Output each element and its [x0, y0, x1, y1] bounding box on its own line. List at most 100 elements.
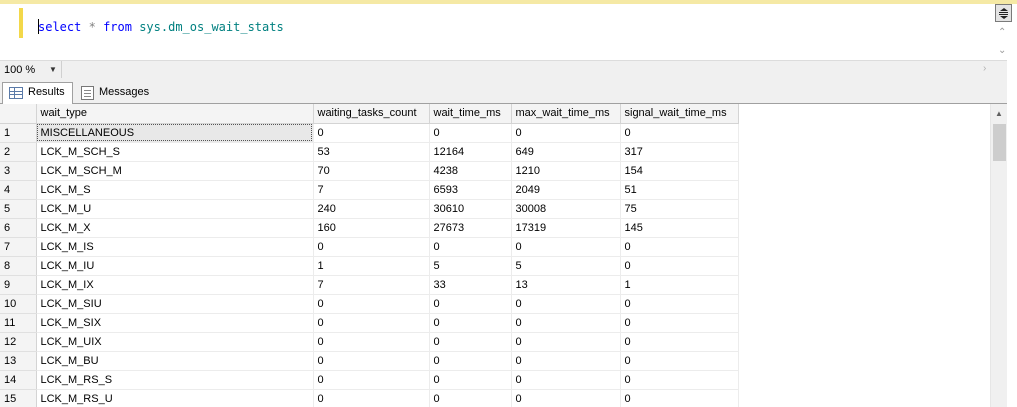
table-cell[interactable]: 649 [511, 142, 621, 162]
table-cell[interactable]: 0 [511, 389, 621, 407]
query-editor[interactable]: select * from sys.dm_os_wait_stats [0, 0, 1017, 60]
table-cell[interactable]: LCK_M_UIX [36, 332, 314, 352]
table-cell[interactable]: 240 [313, 199, 430, 219]
table-cell[interactable]: 0 [313, 237, 430, 257]
table-cell[interactable]: 0 [429, 370, 512, 390]
row-number[interactable]: 8 [0, 256, 37, 276]
table-cell[interactable]: 0 [620, 123, 739, 143]
table-row[interactable]: 14 LCK_M_RS_S 0 0 0 0 [0, 370, 739, 390]
row-number[interactable]: 1 [0, 123, 37, 143]
table-cell[interactable]: 13 [511, 275, 621, 295]
table-row[interactable]: 15 LCK_M_RS_U 0 0 0 0 [0, 389, 739, 407]
scroll-down-icon[interactable]: ⌄ [998, 46, 1006, 56]
table-row[interactable]: 13 LCK_M_BU 0 0 0 0 [0, 351, 739, 371]
table-cell[interactable]: 7 [313, 180, 430, 200]
row-number[interactable]: 2 [0, 142, 37, 162]
table-cell[interactable]: 0 [313, 389, 430, 407]
table-row[interactable]: 6 LCK_M_X 160 27673 17319 145 [0, 218, 739, 238]
row-number[interactable]: 10 [0, 294, 37, 314]
zoom-dropdown[interactable]: 100 % ▼ [0, 61, 62, 78]
row-number[interactable]: 5 [0, 199, 37, 219]
table-row[interactable]: 11 LCK_M_SIX 0 0 0 0 [0, 313, 739, 333]
table-cell[interactable]: 0 [620, 294, 739, 314]
table-cell[interactable]: 0 [620, 313, 739, 333]
table-cell[interactable]: 0 [313, 332, 430, 352]
table-cell[interactable]: LCK_M_BU [36, 351, 314, 371]
table-cell[interactable]: LCK_M_SIU [36, 294, 314, 314]
table-cell[interactable]: LCK_M_SCH_S [36, 142, 314, 162]
table-cell[interactable]: 160 [313, 218, 430, 238]
table-cell[interactable]: 51 [620, 180, 739, 200]
table-cell[interactable]: 0 [429, 294, 512, 314]
table-cell[interactable]: LCK_M_IX [36, 275, 314, 295]
table-cell[interactable]: 0 [620, 237, 739, 257]
row-number[interactable]: 12 [0, 332, 37, 352]
table-cell[interactable]: 0 [429, 237, 512, 257]
row-number[interactable]: 13 [0, 351, 37, 371]
table-row[interactable]: 9 LCK_M_IX 7 33 13 1 [0, 275, 739, 295]
table-cell[interactable]: 33 [429, 275, 512, 295]
query-text[interactable]: select * from sys.dm_os_wait_stats [38, 20, 284, 34]
table-cell[interactable]: 17319 [511, 218, 621, 238]
table-cell[interactable]: 6593 [429, 180, 512, 200]
row-number[interactable]: 3 [0, 161, 37, 181]
table-cell[interactable]: 0 [620, 370, 739, 390]
table-cell[interactable]: LCK_M_IS [36, 237, 314, 257]
results-grid[interactable]: wait_type waiting_tasks_count wait_time_… [0, 104, 990, 407]
table-cell[interactable]: 0 [511, 370, 621, 390]
table-cell[interactable]: 0 [313, 294, 430, 314]
table-cell[interactable]: 0 [511, 237, 621, 257]
table-cell[interactable]: 0 [620, 351, 739, 371]
table-cell[interactable]: 70 [313, 161, 430, 181]
scrollbar-thumb[interactable] [993, 124, 1006, 161]
table-cell[interactable]: 0 [620, 332, 739, 352]
table-cell[interactable]: MISCELLANEOUS [36, 123, 314, 143]
tab-messages[interactable]: Messages [75, 85, 155, 104]
table-cell[interactable]: 2049 [511, 180, 621, 200]
row-number[interactable]: 7 [0, 237, 37, 257]
split-editor-button[interactable] [995, 4, 1012, 22]
table-row[interactable]: 2 LCK_M_SCH_S 53 12164 649 317 [0, 142, 739, 162]
table-cell[interactable]: LCK_M_IU [36, 256, 314, 276]
table-cell[interactable]: 0 [511, 351, 621, 371]
table-cell[interactable]: 0 [620, 389, 739, 407]
table-cell[interactable]: 0 [511, 123, 621, 143]
table-row[interactable]: 7 LCK_M_IS 0 0 0 0 [0, 237, 739, 257]
table-cell[interactable]: 0 [429, 351, 512, 371]
table-cell[interactable]: 0 [429, 389, 512, 407]
table-cell[interactable]: 1 [313, 256, 430, 276]
table-cell[interactable]: LCK_M_SCH_M [36, 161, 314, 181]
table-cell[interactable]: 7 [313, 275, 430, 295]
table-row[interactable]: 10 LCK_M_SIU 0 0 0 0 [0, 294, 739, 314]
column-header-wait-time-ms[interactable]: wait_time_ms [429, 104, 512, 124]
table-cell[interactable]: LCK_M_X [36, 218, 314, 238]
table-cell[interactable]: 1210 [511, 161, 621, 181]
row-number[interactable]: 4 [0, 180, 37, 200]
column-header-waiting-tasks-count[interactable]: waiting_tasks_count [313, 104, 430, 124]
table-cell[interactable]: LCK_M_SIX [36, 313, 314, 333]
scroll-up-icon[interactable]: ⌃ [998, 28, 1006, 38]
table-cell[interactable]: 12164 [429, 142, 512, 162]
table-cell[interactable]: 75 [620, 199, 739, 219]
table-cell[interactable]: 0 [620, 256, 739, 276]
table-row[interactable]: 5 LCK_M_U 240 30610 30008 75 [0, 199, 739, 219]
chevron-down-icon[interactable]: ▼ [46, 63, 60, 76]
table-cell[interactable]: LCK_M_RS_S [36, 370, 314, 390]
table-cell[interactable]: 30610 [429, 199, 512, 219]
table-cell[interactable]: 0 [313, 351, 430, 371]
table-cell[interactable]: LCK_M_S [36, 180, 314, 200]
table-row[interactable]: 1 MISCELLANEOUS 0 0 0 0 [0, 123, 739, 143]
table-row[interactable]: 8 LCK_M_IU 1 5 5 0 [0, 256, 739, 276]
table-cell[interactable]: 154 [620, 161, 739, 181]
table-cell[interactable]: 5 [429, 256, 512, 276]
column-header-max-wait-time-ms[interactable]: max_wait_time_ms [511, 104, 621, 124]
row-number[interactable]: 15 [0, 389, 37, 407]
row-number[interactable]: 14 [0, 370, 37, 390]
scroll-right-icon[interactable]: › [983, 63, 986, 74]
grid-vertical-scrollbar[interactable]: ▲ [990, 104, 1007, 407]
table-cell[interactable]: LCK_M_U [36, 199, 314, 219]
table-cell[interactable]: 4238 [429, 161, 512, 181]
column-header-wait-type[interactable]: wait_type [36, 104, 314, 124]
table-cell[interactable]: 53 [313, 142, 430, 162]
table-row[interactable]: 3 LCK_M_SCH_M 70 4238 1210 154 [0, 161, 739, 181]
